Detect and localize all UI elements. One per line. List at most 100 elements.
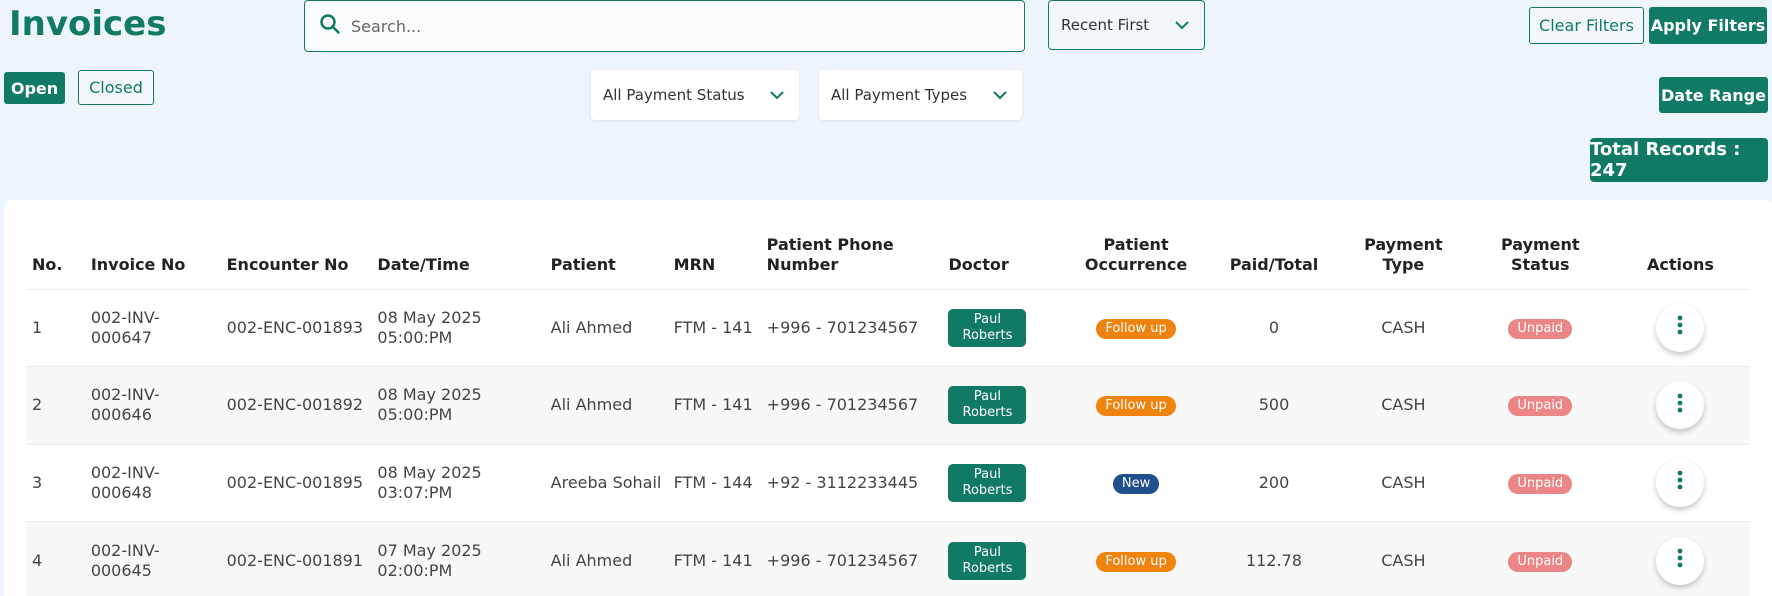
- actions-cell: [1610, 443, 1750, 522]
- search-input[interactable]: Search...: [304, 0, 1025, 52]
- status-badge: Unpaid: [1508, 551, 1573, 572]
- occurrence-cell: Follow up: [1061, 366, 1211, 444]
- date: 08 May 2025: [377, 385, 482, 405]
- mrn: FTM - 141: [667, 521, 761, 596]
- date-time: 07 May 2025 02:00:PM: [371, 521, 545, 596]
- occurrence-cell: Follow up: [1061, 521, 1211, 596]
- row-actions-button[interactable]: [1656, 536, 1705, 585]
- payment-type: CASH: [1337, 521, 1470, 596]
- clear-filters-button[interactable]: Clear Filters: [1529, 7, 1644, 44]
- invoice-number: 002-INV-000645: [84, 521, 221, 596]
- time: 02:00:PM: [377, 560, 453, 580]
- column-header: Payment Type: [1364, 234, 1443, 274]
- sort-select[interactable]: Recent First: [1048, 0, 1205, 50]
- doctor-cell: Paul Roberts: [942, 443, 1062, 522]
- more-vertical-icon: [1677, 393, 1683, 418]
- column-header: Doctor: [948, 254, 1009, 274]
- patient-phone: +996 - 701234567: [760, 288, 943, 367]
- date-range-button[interactable]: Date Range: [1659, 77, 1768, 113]
- total-records-badge: Total Records : 247: [1590, 138, 1768, 182]
- time: 05:00:PM: [377, 327, 453, 347]
- payment-type: CASH: [1337, 366, 1470, 444]
- row-actions-button[interactable]: [1656, 458, 1705, 507]
- status-cell: Unpaid: [1469, 366, 1611, 444]
- date-time: 08 May 2025 05:00:PM: [371, 366, 545, 444]
- encounter-number: 002-ENC-001895: [220, 443, 372, 522]
- patient-name: Areeba Sohail: [544, 443, 668, 522]
- status-badge: Unpaid: [1508, 318, 1573, 339]
- column-header: No.: [32, 254, 63, 274]
- chevron-down-icon: [1174, 16, 1190, 34]
- chevron-down-icon: [992, 86, 1008, 104]
- time: 03:07:PM: [377, 482, 453, 502]
- encounter-number: 002-ENC-001891: [220, 521, 372, 596]
- column-header: Invoice No: [90, 254, 186, 274]
- doctor-cell: Paul Roberts: [942, 288, 1062, 367]
- date: 07 May 2025: [377, 540, 482, 560]
- doctor-chip: Paul Roberts: [948, 308, 1027, 347]
- table-header-row: No. Invoice No Encounter No Date/Time Patien…: [26, 233, 1750, 289]
- date: 08 May 2025: [377, 462, 482, 482]
- invoices-table-card: No. Invoice No Encounter No Date/Time Patien…: [4, 200, 1772, 596]
- status-badge: Unpaid: [1508, 473, 1573, 494]
- status-badge: Unpaid: [1508, 396, 1573, 417]
- payment-type: CASH: [1337, 443, 1470, 522]
- patient-name: Ali Ahmed: [544, 521, 668, 596]
- patient-name: Ali Ahmed: [544, 288, 668, 367]
- column-header: Patient: [550, 254, 616, 274]
- row-actions-button[interactable]: [1656, 303, 1705, 352]
- time: 05:00:PM: [377, 405, 453, 425]
- patient-phone: +92 - 3112233445: [760, 443, 943, 522]
- paid-total: 112.78: [1210, 521, 1338, 596]
- column-header: Encounter No: [226, 254, 349, 274]
- table-row[interactable]: 4 002-INV-000645 002-ENC-001891 07 May 2…: [26, 521, 1750, 596]
- payment-type: CASH: [1337, 288, 1470, 367]
- encounter-number: 002-ENC-001893: [220, 288, 372, 367]
- column-header: Patient Occurrence: [1084, 234, 1188, 274]
- payment-status-select[interactable]: All Payment Status: [591, 70, 799, 120]
- paid-total: 200: [1210, 443, 1338, 522]
- mrn: FTM - 141: [667, 366, 761, 444]
- patient-phone: +996 - 701234567: [760, 521, 943, 596]
- invoice-number: 002-INV-000646: [84, 366, 221, 444]
- more-vertical-icon: [1677, 548, 1683, 573]
- mrn: FTM - 144: [667, 443, 761, 522]
- actions-cell: [1610, 521, 1750, 596]
- occurrence-badge: New: [1112, 473, 1160, 494]
- doctor-chip: Paul Roberts: [948, 463, 1027, 502]
- table-row[interactable]: 3 002-INV-000648 002-ENC-001895 08 May 2…: [26, 443, 1750, 522]
- invoice-number: 002-INV-000648: [84, 443, 221, 522]
- apply-filters-button[interactable]: Apply Filters: [1649, 7, 1767, 44]
- closed-tab-button[interactable]: Closed: [78, 70, 154, 105]
- chevron-down-icon: [769, 86, 785, 104]
- status-cell: Unpaid: [1469, 288, 1611, 367]
- sort-label: Recent First: [1061, 16, 1150, 34]
- row-number: 1: [26, 288, 85, 367]
- search-icon: [319, 13, 341, 40]
- status-cell: Unpaid: [1469, 521, 1611, 596]
- column-header: Date/Time: [377, 254, 470, 274]
- row-actions-button[interactable]: [1656, 381, 1705, 430]
- paid-total: 0: [1210, 288, 1338, 367]
- actions-cell: [1610, 366, 1750, 444]
- open-tab-button[interactable]: Open: [4, 72, 65, 104]
- occurrence-cell: Follow up: [1061, 288, 1211, 367]
- payment-status-label: All Payment Status: [603, 86, 745, 104]
- patient-name: Ali Ahmed: [544, 366, 668, 444]
- more-vertical-icon: [1677, 470, 1683, 495]
- patient-phone: +996 - 701234567: [760, 366, 943, 444]
- more-vertical-icon: [1677, 315, 1683, 340]
- payment-types-select[interactable]: All Payment Types: [819, 70, 1022, 120]
- table-row[interactable]: 2 002-INV-000646 002-ENC-001892 08 May 2…: [26, 366, 1750, 444]
- occurrence-badge: Follow up: [1096, 318, 1176, 339]
- invoice-number: 002-INV-000647: [84, 288, 221, 367]
- payment-types-label: All Payment Types: [831, 86, 968, 104]
- doctor-cell: Paul Roberts: [942, 366, 1062, 444]
- row-number: 3: [26, 443, 85, 522]
- table-row[interactable]: 1 002-INV-000647 002-ENC-001893 08 May 2…: [26, 288, 1750, 367]
- paid-total: 500: [1210, 366, 1338, 444]
- occurrence-badge: Follow up: [1096, 551, 1176, 572]
- encounter-number: 002-ENC-001892: [220, 366, 372, 444]
- column-header: Payment Status: [1500, 234, 1580, 274]
- date: 08 May 2025: [377, 307, 482, 327]
